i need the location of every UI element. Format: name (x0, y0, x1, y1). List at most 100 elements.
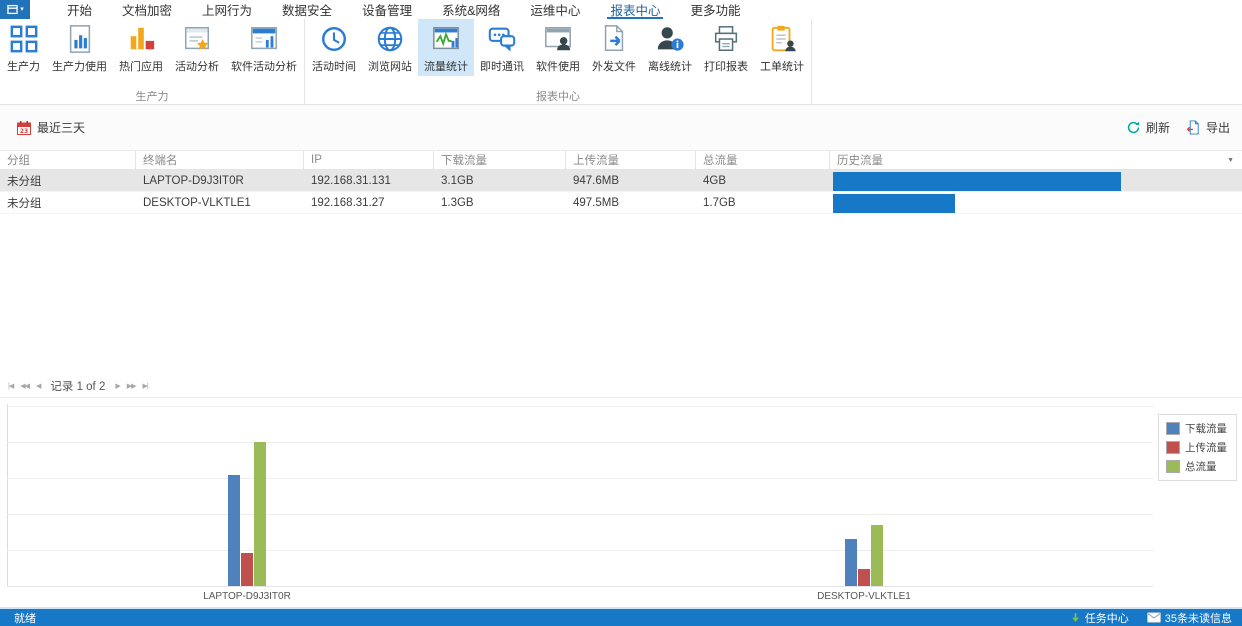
legend-label: 总流量 (1185, 461, 1217, 473)
table-row[interactable]: 未分组 LAPTOP-D9J3IT0R 192.168.31.131 3.1GB… (0, 170, 1242, 192)
last-page-button[interactable]: ▶| (143, 382, 149, 390)
svg-text:23: 23 (20, 128, 28, 135)
user-info-icon: i (654, 23, 686, 55)
download-arrow-icon (1071, 612, 1079, 622)
globe-icon (374, 23, 406, 55)
ribbon-group-productivity: 生产力 生产力使用 热门应用 活动分析 软件活动分析 生产力 (0, 19, 305, 104)
column-chooser-button[interactable]: ▼ (1227, 157, 1234, 164)
hot-apps-button[interactable]: 热门应用 (113, 19, 169, 76)
productivity-button[interactable]: 生产力 (1, 19, 46, 76)
ribbon: 生产力 生产力使用 热门应用 活动分析 软件活动分析 生产力 活动时间 浏览网站… (0, 19, 1242, 105)
window-chart-icon (248, 23, 280, 55)
chart-x-axis (7, 586, 1153, 587)
cell-upload: 947.6MB (573, 174, 620, 187)
first-page-button[interactable]: |◀ (8, 382, 14, 390)
outgoing-files-button[interactable]: 外发文件 (586, 19, 642, 76)
cell-total: 1.7GB (703, 196, 736, 209)
button-label: 生产力 (7, 61, 40, 73)
browse-websites-button[interactable]: 浏览网站 (362, 19, 418, 76)
printer-icon (710, 23, 742, 55)
chart-bar-下载流量-DESKTOP-VLKTLE1 (844, 539, 857, 586)
button-label: 生产力使用 (52, 61, 107, 73)
instant-messaging-button[interactable]: 即时通讯 (474, 19, 530, 76)
prev-page-button[interactable]: ◀ (36, 382, 41, 390)
chart-category-label: LAPTOP-D9J3IT0R (203, 591, 291, 602)
software-usage-button[interactable]: 软件使用 (530, 19, 586, 76)
history-bar (833, 193, 955, 213)
button-label: 活动分析 (175, 61, 219, 73)
app-window-icon (7, 4, 18, 15)
refresh-label: 刷新 (1145, 121, 1170, 135)
legend-item-download: 下载流量 (1166, 421, 1227, 436)
work-order-stats-button[interactable]: 工单统计 (754, 19, 810, 76)
traffic-stats-button[interactable]: 流量统计 (418, 19, 474, 76)
tab-device-management[interactable]: 设备管理 (347, 0, 427, 19)
status-bar: 就绪 任务中心 35条未读信息 (0, 609, 1242, 626)
unread-messages-button[interactable]: 35条未读信息 (1146, 610, 1232, 626)
refresh-button[interactable]: 刷新 (1126, 119, 1170, 136)
next-page-button[interactable]: ▶ (115, 382, 120, 390)
button-label: 打印报表 (704, 61, 748, 73)
print-report-button[interactable]: 打印报表 (698, 19, 754, 76)
column-header-download[interactable]: 下载流量 (434, 151, 566, 169)
column-header-ip[interactable]: IP (304, 151, 434, 169)
task-center-button[interactable]: 任务中心 (1070, 610, 1129, 626)
tab-internet-behavior[interactable]: 上网行为 (187, 0, 267, 19)
fast-prev-button[interactable]: ◀◀ (20, 382, 30, 390)
fast-next-button[interactable]: ▶▶ (127, 382, 137, 390)
chart-legend: 下载流量 上传流量 总流量 (1158, 414, 1237, 481)
chart-bar-总流量-DESKTOP-VLKTLE1 (870, 525, 883, 586)
status-ready-label: 就绪 (14, 612, 36, 625)
export-label: 导出 (1205, 121, 1230, 135)
cell-download: 1.3GB (441, 196, 474, 209)
chart-gridline (7, 406, 1153, 407)
button-label: 离线统计 (648, 61, 692, 73)
column-header-total[interactable]: 总流量 (696, 151, 830, 169)
cell-upload: 497.5MB (573, 196, 620, 209)
legend-item-total: 总流量 (1166, 459, 1227, 474)
activity-analysis-button[interactable]: 活动分析 (169, 19, 225, 76)
activity-time-button[interactable]: 活动时间 (306, 19, 362, 76)
tab-report-center[interactable]: 报表中心 (595, 0, 675, 19)
offline-stats-button[interactable]: i 离线统计 (642, 19, 698, 76)
column-header-upload[interactable]: 上传流量 (566, 151, 696, 169)
traffic-stats-icon (430, 23, 462, 55)
clipboard-user-icon (766, 23, 798, 55)
chart-y-axis (7, 404, 8, 586)
grid-icon (8, 23, 40, 55)
table-empty-area (0, 214, 1242, 374)
productivity-usage-button[interactable]: 生产力使用 (46, 19, 113, 76)
app-menu-button[interactable]: ▾ (0, 0, 30, 19)
document-arrow-icon (598, 23, 630, 55)
refresh-icon (1127, 121, 1140, 134)
table-row[interactable]: 未分组 DESKTOP-VLKTLE1 192.168.31.27 1.3GB … (0, 192, 1242, 214)
column-header-history[interactable]: 历史流量 ▼ (830, 151, 1242, 169)
tab-start[interactable]: 开始 (52, 0, 107, 19)
window-user-icon (542, 23, 574, 55)
tab-data-security[interactable]: 数据安全 (267, 0, 347, 19)
cell-ip: 192.168.31.131 (311, 174, 391, 187)
button-label: 软件使用 (536, 61, 580, 73)
export-button[interactable]: 导出 (1186, 119, 1230, 136)
tab-system-network[interactable]: 系统&网络 (427, 0, 515, 19)
column-header-group[interactable]: 分组 (0, 151, 136, 169)
ribbon-group-label: 报表中心 (536, 91, 580, 103)
tab-more-features[interactable]: 更多功能 (675, 0, 755, 19)
cell-terminal: LAPTOP-D9J3IT0R (143, 174, 244, 187)
chart-bar-总流量-LAPTOP-D9J3IT0R (253, 442, 266, 586)
clock-icon (318, 23, 350, 55)
traffic-table: 分组 终端名 IP 下载流量 上传流量 总流量 历史流量 ▼ 未分组 LAPTO… (0, 150, 1242, 214)
software-activity-analysis-button[interactable]: 软件活动分析 (225, 19, 303, 76)
traffic-chart: 下载流量 上传流量 总流量 LAPTOP-D9J3IT0R DESKTOP-VLK… (0, 397, 1242, 609)
tab-doc-encryption[interactable]: 文档加密 (107, 0, 187, 19)
svg-text:i: i (676, 40, 679, 51)
cell-download: 3.1GB (441, 174, 474, 187)
column-header-terminal[interactable]: 终端名 (136, 151, 304, 169)
cell-total: 4GB (703, 174, 727, 187)
chart-gridline (7, 478, 1153, 479)
history-bar (833, 171, 1121, 191)
task-center-label: 任务中心 (1084, 612, 1129, 625)
date-range-button[interactable]: 23 最近三天 (16, 119, 85, 136)
tab-ops-center[interactable]: 运维中心 (515, 0, 595, 19)
button-label: 流量统计 (424, 61, 468, 73)
